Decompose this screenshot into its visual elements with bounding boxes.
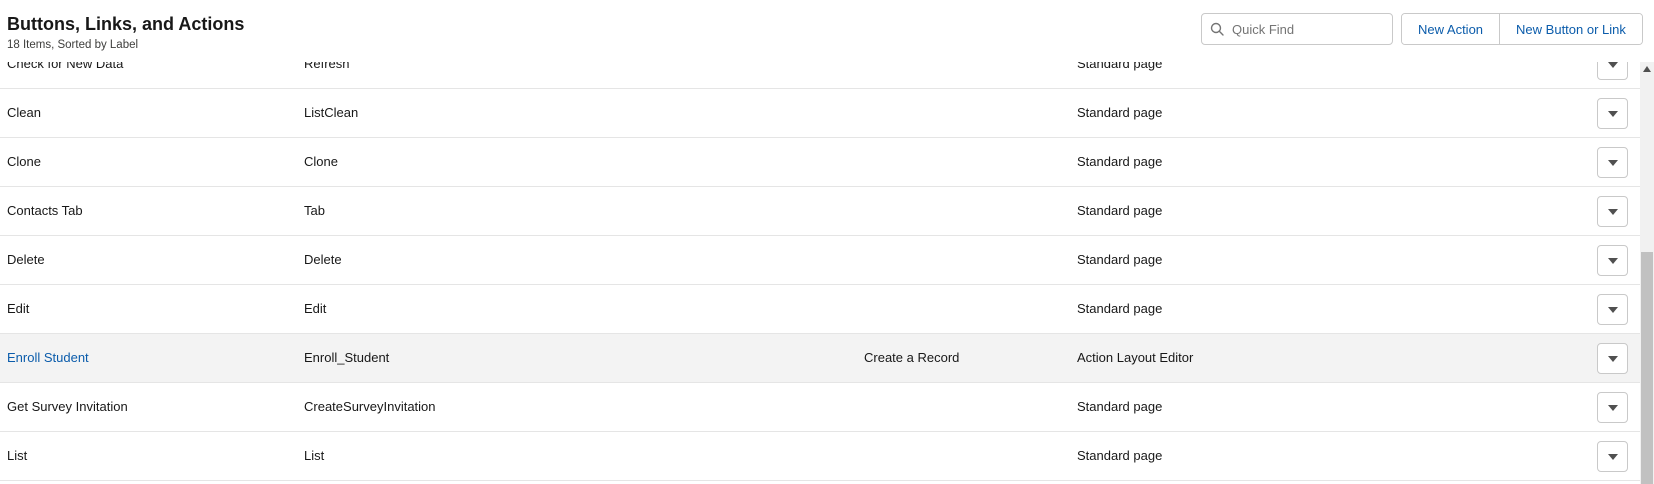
row-label: Get Survey Invitation bbox=[7, 399, 128, 414]
table-row: Enroll Student Enroll_Student Create a Rec… bbox=[0, 334, 1640, 383]
vertical-scrollbar[interactable] bbox=[1640, 62, 1654, 484]
chevron-down-icon bbox=[1607, 61, 1618, 68]
table-row: List List Standard page bbox=[0, 432, 1640, 481]
new-button-or-link-button[interactable]: New Button or Link bbox=[1499, 14, 1642, 44]
row-name: Delete bbox=[304, 252, 342, 267]
chevron-down-icon bbox=[1607, 208, 1618, 215]
table-row: Clean ListClean Standard page bbox=[0, 89, 1640, 138]
row-actions-menu-button[interactable] bbox=[1597, 294, 1628, 325]
row-label-link[interactable]: Enroll Student bbox=[7, 334, 89, 382]
row-override: Standard page bbox=[1077, 252, 1163, 267]
chevron-down-icon bbox=[1607, 355, 1618, 362]
row-label: List bbox=[7, 448, 28, 463]
chevron-down-icon bbox=[1607, 257, 1618, 264]
row-actions-menu-button[interactable] bbox=[1597, 441, 1628, 472]
row-name: Edit bbox=[304, 301, 327, 316]
table-row: Contacts Tab Tab Standard page bbox=[0, 187, 1640, 236]
row-override: Standard page bbox=[1077, 154, 1163, 169]
chevron-down-icon bbox=[1607, 306, 1618, 313]
row-name: Clone bbox=[304, 154, 338, 169]
row-actions-menu-button[interactable] bbox=[1597, 245, 1628, 276]
row-label: Clone bbox=[7, 154, 41, 169]
header-button-group: New Action New Button or Link bbox=[1401, 13, 1643, 45]
page-subtitle: 18 Items, Sorted by Label bbox=[7, 39, 139, 51]
chevron-down-icon bbox=[1607, 110, 1618, 117]
table-row: Edit Edit Standard page bbox=[0, 285, 1640, 334]
row-label: Clean bbox=[7, 105, 41, 120]
row-type: Create a Record bbox=[864, 350, 960, 365]
row-actions-menu-button[interactable] bbox=[1597, 196, 1628, 227]
row-name: List bbox=[304, 448, 325, 463]
row-label: Edit bbox=[7, 301, 30, 316]
scrollbar-thumb[interactable] bbox=[1641, 252, 1653, 484]
search-icon bbox=[1202, 14, 1232, 44]
chevron-down-icon bbox=[1607, 404, 1618, 411]
row-override: Standard page bbox=[1077, 448, 1163, 463]
search-input[interactable] bbox=[1232, 21, 1382, 37]
row-override: Standard page bbox=[1077, 203, 1163, 218]
table-row: Clone Clone Standard page bbox=[0, 138, 1640, 187]
row-name: Enroll_Student bbox=[304, 350, 390, 365]
chevron-down-icon bbox=[1607, 159, 1618, 166]
actions-table: Check for New Data Refresh Standard page Cl… bbox=[0, 40, 1640, 484]
chevron-down-icon bbox=[1607, 453, 1618, 460]
page-title: Buttons, Links, and Actions bbox=[7, 14, 245, 34]
row-label: Contacts Tab bbox=[7, 203, 83, 218]
row-label: Delete bbox=[7, 252, 45, 267]
row-actions-menu-button[interactable] bbox=[1597, 392, 1628, 423]
row-override: Standard page bbox=[1077, 399, 1163, 414]
quick-find-search[interactable] bbox=[1201, 13, 1393, 45]
row-actions-menu-button[interactable] bbox=[1597, 147, 1628, 178]
scroll-up-arrow-icon[interactable] bbox=[1640, 62, 1654, 76]
row-name: CreateSurveyInvitation bbox=[304, 399, 436, 414]
table-row: Delete Delete Standard page bbox=[0, 236, 1640, 285]
row-override: Action Layout Editor bbox=[1077, 350, 1194, 365]
page-header: Buttons, Links, and Actions 18 Items, So… bbox=[0, 0, 1654, 62]
row-actions-menu-button[interactable] bbox=[1597, 343, 1628, 374]
new-action-button[interactable]: New Action bbox=[1402, 14, 1500, 44]
row-override: Standard page bbox=[1077, 105, 1163, 120]
row-name: Tab bbox=[304, 203, 325, 218]
table-row: Get Survey Invitation CreateSurveyInvitat… bbox=[0, 383, 1640, 432]
row-name: ListClean bbox=[304, 105, 359, 120]
row-override: Standard page bbox=[1077, 301, 1163, 316]
row-actions-menu-button[interactable] bbox=[1597, 98, 1628, 129]
